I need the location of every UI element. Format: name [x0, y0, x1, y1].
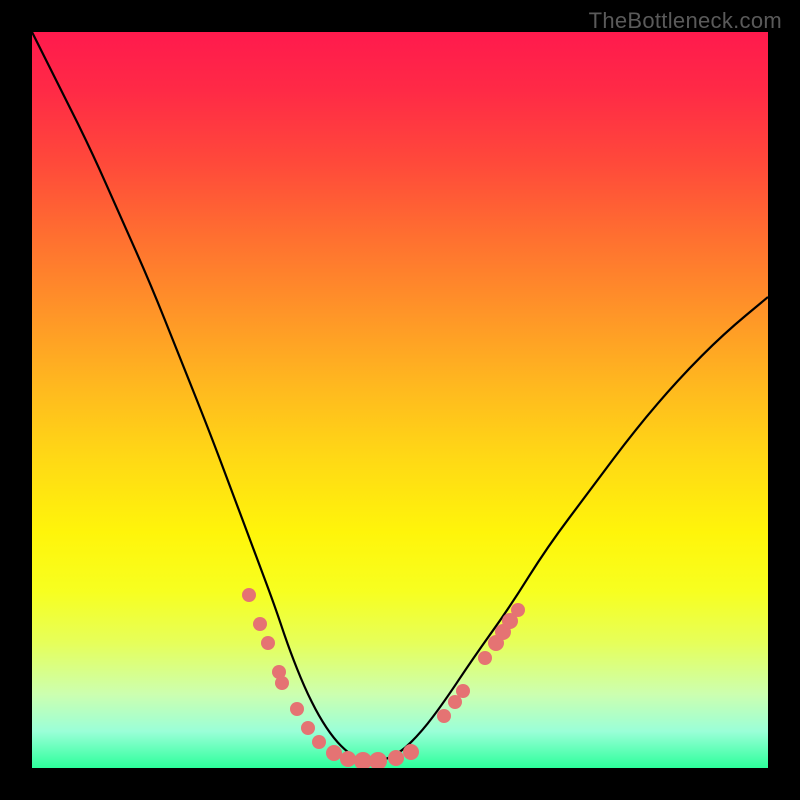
chart-frame: TheBottleneck.com	[0, 0, 800, 800]
plot-area	[32, 32, 768, 768]
gradient-background	[32, 32, 768, 768]
watermark-text: TheBottleneck.com	[589, 8, 782, 34]
